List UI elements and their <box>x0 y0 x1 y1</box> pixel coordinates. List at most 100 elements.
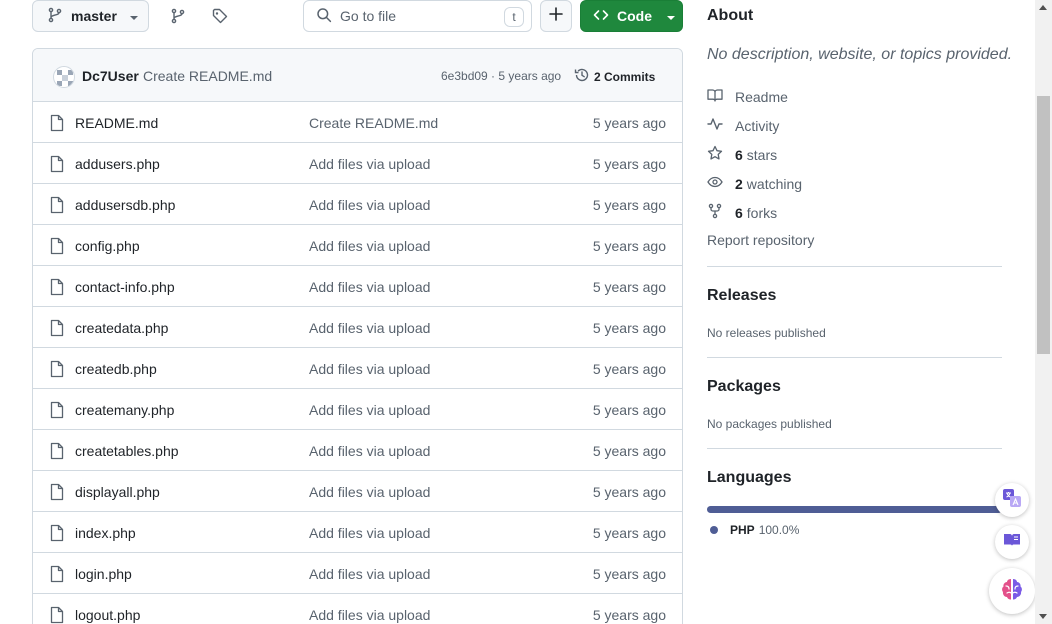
stars-link[interactable]: 6 stars <box>707 145 777 164</box>
file-commit-message[interactable]: Add files via upload <box>309 320 430 336</box>
commit-message[interactable]: Create README.md <box>143 68 272 84</box>
file-name-link[interactable]: login.php <box>75 566 132 582</box>
tag-icon[interactable] <box>212 8 228 24</box>
file-commit-age: 5 years ago <box>592 197 666 213</box>
go-to-file-input[interactable]: Go to file t <box>303 0 532 32</box>
language-name: PHP <box>730 523 755 537</box>
file-commit-message[interactable]: Add files via upload <box>309 484 430 500</box>
translate-widget-button[interactable] <box>995 483 1029 517</box>
file-row[interactable]: contact-info.php Add files via upload 5 ye… <box>33 266 682 307</box>
reader-widget-button[interactable] <box>995 525 1029 559</box>
file-commit-message[interactable]: Add files via upload <box>309 238 430 254</box>
file-commit-message[interactable]: Add files via upload <box>309 197 430 213</box>
file-icon <box>49 565 65 586</box>
file-name-link[interactable]: addusers.php <box>75 156 160 172</box>
file-icon <box>49 155 65 176</box>
file-commit-message[interactable]: Add files via upload <box>309 361 430 377</box>
chevron-down-icon <box>129 8 139 24</box>
packages-heading[interactable]: Packages <box>707 378 781 396</box>
language-item-php[interactable]: PHP 100.0% <box>710 523 799 537</box>
translate-icon <box>1002 488 1022 513</box>
file-commit-message[interactable]: Add files via upload <box>309 566 430 582</box>
file-list: Dc7User Create README.md 6e3bd09 · 5 yea… <box>32 48 683 624</box>
file-icon <box>49 524 65 545</box>
forks-count: 6 <box>735 204 743 221</box>
language-bar-php <box>707 506 1002 513</box>
releases-heading[interactable]: Releases <box>707 287 776 305</box>
file-icon <box>49 401 65 422</box>
ai-assistant-widget-button[interactable] <box>989 568 1035 614</box>
chevron-down-icon <box>666 8 676 24</box>
about-heading: About <box>707 7 754 24</box>
divider <box>707 357 1002 358</box>
file-name-link[interactable]: createtables.php <box>75 443 179 459</box>
file-name-link[interactable]: index.php <box>75 525 136 541</box>
file-commit-message[interactable]: Add files via upload <box>309 525 430 541</box>
file-name-link[interactable]: createmany.php <box>75 402 174 418</box>
avatar[interactable] <box>53 66 75 88</box>
divider <box>707 448 1002 449</box>
scroll-up-arrow-icon[interactable] <box>1039 5 1047 10</box>
file-name-link[interactable]: README.md <box>75 115 158 131</box>
file-icon <box>49 278 65 299</box>
file-commit-age: 5 years ago <box>592 279 666 295</box>
file-row[interactable]: index.php Add files via upload 5 years ago <box>33 512 682 553</box>
watching-link[interactable]: 2 watching <box>707 174 802 193</box>
add-file-button[interactable] <box>540 0 572 32</box>
file-row[interactable]: addusers.php Add files via upload 5 years … <box>33 143 682 184</box>
commits-count: 2 Commits <box>594 69 656 84</box>
commits-history-link[interactable]: 2 Commits <box>574 67 655 86</box>
file-row[interactable]: config.php Add files via upload 5 years ag… <box>33 225 682 266</box>
file-commit-age: 5 years ago <box>592 443 666 459</box>
about-description: No description, website, or topics provi… <box>707 46 1013 63</box>
commit-author[interactable]: Dc7User <box>82 68 139 84</box>
file-icon <box>49 114 65 135</box>
branch-name: master <box>71 8 117 24</box>
branch-selector-button[interactable]: master <box>32 0 149 32</box>
file-row[interactable]: createmany.php Add files via upload 5 year… <box>33 389 682 430</box>
file-commit-message[interactable]: Add files via upload <box>309 443 430 459</box>
file-name-link[interactable]: displayall.php <box>75 484 160 500</box>
packages-empty-text: No packages published <box>707 417 832 431</box>
file-name-link[interactable]: addusersdb.php <box>75 197 175 213</box>
file-row[interactable]: createdb.php Add files via upload 5 years … <box>33 348 682 389</box>
forks-link[interactable]: 6 forks <box>707 203 777 222</box>
file-name-link[interactable]: createdb.php <box>75 361 157 377</box>
page-scrollbar[interactable] <box>1035 0 1052 624</box>
file-row[interactable]: logout.php Add files via upload 5 years ag… <box>33 594 682 624</box>
file-row[interactable]: addusersdb.php Add files via upload 5 year… <box>33 184 682 225</box>
file-icon <box>49 483 65 504</box>
file-commit-message[interactable]: Create README.md <box>309 115 438 131</box>
file-name-link[interactable]: config.php <box>75 238 140 254</box>
file-row[interactable]: createdata.php Add files via upload 5 year… <box>33 307 682 348</box>
file-row[interactable]: README.md Create README.md 5 years ago <box>33 102 682 143</box>
code-button[interactable]: Code <box>580 0 683 32</box>
file-commit-age: 5 years ago <box>592 320 666 336</box>
file-commit-message[interactable]: Add files via upload <box>309 402 430 418</box>
scroll-down-arrow-icon[interactable] <box>1039 614 1047 619</box>
report-repository-link[interactable]: Report repository <box>707 232 814 248</box>
commit-hash-and-time[interactable]: 6e3bd09 · 5 years ago <box>441 69 561 83</box>
file-commit-message[interactable]: Add files via upload <box>309 607 430 623</box>
branches-icon[interactable] <box>170 8 186 24</box>
file-row[interactable]: login.php Add files via upload 5 years ago <box>33 553 682 594</box>
file-icon <box>49 196 65 217</box>
file-commit-message[interactable]: Add files via upload <box>309 156 430 172</box>
file-icon <box>49 442 65 463</box>
keyboard-shortcut-hint: t <box>504 7 524 27</box>
scrollbar-thumb[interactable] <box>1037 96 1050 354</box>
file-commit-age: 5 years ago <box>592 238 666 254</box>
plus-icon <box>549 6 563 26</box>
file-row[interactable]: createtables.php Add files via upload 5 ye… <box>33 430 682 471</box>
file-icon <box>49 606 65 624</box>
file-name-link[interactable]: logout.php <box>75 607 140 623</box>
file-name-link[interactable]: createdata.php <box>75 320 168 336</box>
activity-link[interactable]: Activity <box>707 116 779 135</box>
forks-label: forks <box>746 204 778 221</box>
file-commit-message[interactable]: Add files via upload <box>309 279 430 295</box>
file-row[interactable]: displayall.php Add files via upload 5 year… <box>33 471 682 512</box>
search-placeholder: Go to file <box>340 8 397 24</box>
open-book-icon <box>1002 530 1022 555</box>
file-name-link[interactable]: contact-info.php <box>75 279 175 295</box>
readme-link[interactable]: Readme <box>707 87 788 106</box>
